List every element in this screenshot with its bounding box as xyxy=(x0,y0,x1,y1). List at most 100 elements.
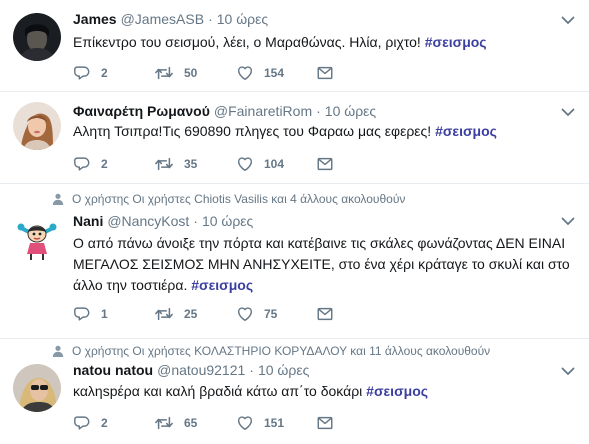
tweet-nani[interactable]: Ο χρήστης Οι χρήστες Chiotis Vasilis και… xyxy=(0,185,589,339)
chevron-down-icon[interactable] xyxy=(561,107,575,117)
social-context: Ο χρήστης Οι χρήστες Chiotis Vasilis και… xyxy=(52,192,405,206)
retweet-count: 35 xyxy=(184,157,198,171)
reply-icon xyxy=(73,414,91,432)
heart-icon xyxy=(236,155,254,173)
direct-message-button[interactable] xyxy=(316,305,334,323)
avatar[interactable] xyxy=(13,364,61,412)
heart-icon xyxy=(236,64,254,82)
retweet-icon xyxy=(154,155,174,173)
tweet-text: Επίκεντρο του σεισμού, λέει, ο Μαραθώνας… xyxy=(73,32,573,53)
display-name[interactable]: Φαιναρέτη Ρωμανού xyxy=(73,103,210,119)
envelope-icon xyxy=(316,64,334,82)
social-context-text: Ο χρήστης Οι χρήστες ΚΟΛΑΣΤΗΡΙΟ ΚΟΡΥΔΑΛΟ… xyxy=(72,344,491,358)
retweet-count: 25 xyxy=(184,307,198,321)
retweet-icon xyxy=(154,414,174,432)
avatar-image xyxy=(13,13,61,61)
avatar[interactable] xyxy=(13,102,61,150)
user-handle[interactable]: @NancyKost xyxy=(107,213,189,229)
hashtag-link[interactable]: #σεισμος xyxy=(191,277,253,293)
retweet-button[interactable]: 65 xyxy=(154,414,236,432)
display-name[interactable]: James xyxy=(73,11,117,27)
timestamp[interactable]: 10 ώρες xyxy=(258,362,309,378)
chevron-down-icon[interactable] xyxy=(561,216,575,226)
retweet-icon xyxy=(154,64,174,82)
reply-count: 2 xyxy=(101,66,108,80)
reply-count: 2 xyxy=(101,416,108,430)
envelope-icon xyxy=(316,305,334,323)
tweet-header: James @JamesASB · 10 ώρες xyxy=(73,11,268,27)
reply-button[interactable]: 2 xyxy=(73,64,154,82)
chevron-down-icon[interactable] xyxy=(561,15,575,25)
tweet-text: καληspέρα και καλή βραδιά κάτω απ΄το δοκ… xyxy=(73,381,573,402)
tweet-natou[interactable]: Ο χρήστης Οι χρήστες ΚΟΛΑΣΤΗΡΙΟ ΚΟΡΥΔΑΛΟ… xyxy=(0,339,589,444)
retweet-button[interactable]: 25 xyxy=(154,305,236,323)
retweet-icon xyxy=(154,305,174,323)
retweet-button[interactable]: 35 xyxy=(154,155,236,173)
display-name[interactable]: natou natou xyxy=(73,362,153,378)
tweet-text: Αλητη Τσιπρα!Τις 690890 πληγες του Φαραω… xyxy=(73,121,573,142)
separator-dot: · xyxy=(208,11,213,27)
avatar-image xyxy=(13,102,61,150)
separator-dot: · xyxy=(249,362,254,378)
tweet-actions: 2 35 104 xyxy=(73,155,334,173)
heart-icon xyxy=(236,305,254,323)
tweet-body: Αλητη Τσιπρα!Τις 690890 πληγες του Φαραω… xyxy=(73,123,436,139)
tweet-header: natou natou @natou92121 · 10 ώρες xyxy=(73,362,309,378)
direct-message-button[interactable] xyxy=(316,414,334,432)
person-icon xyxy=(52,345,64,357)
tweet-actions: 2 50 154 xyxy=(73,64,334,82)
tweet-actions: 1 25 75 xyxy=(73,305,334,323)
tweet-james[interactable]: James @JamesASB · 10 ώρες Επίκεντρο του … xyxy=(0,0,589,92)
like-count: 151 xyxy=(264,416,285,430)
separator-dot: · xyxy=(316,103,321,119)
timestamp[interactable]: 10 ώρες xyxy=(202,213,253,229)
retweet-button[interactable]: 50 xyxy=(154,64,236,82)
hashtag-link[interactable]: #σεισμος xyxy=(425,34,487,50)
avatar-image xyxy=(13,364,61,412)
reply-icon xyxy=(73,64,91,82)
avatar[interactable] xyxy=(13,13,61,61)
display-name[interactable]: Nani xyxy=(73,213,103,229)
avatar[interactable] xyxy=(13,214,61,262)
reply-button[interactable]: 2 xyxy=(73,155,154,173)
social-context-text: Ο χρήστης Οι χρήστες Chiotis Vasilis και… xyxy=(72,192,406,206)
like-count: 154 xyxy=(264,66,285,80)
reply-button[interactable]: 2 xyxy=(73,414,154,432)
timestamp[interactable]: 10 ώρες xyxy=(217,11,268,27)
tweet-body: καληspέρα και καλή βραδιά κάτω απ΄το δοκ… xyxy=(73,383,367,399)
tweet-body: Ο από πάνω άνοιξε την πόρτα και κατέβαιν… xyxy=(73,235,570,293)
timestamp[interactable]: 10 ώρες xyxy=(325,103,376,119)
reply-count: 2 xyxy=(101,157,108,171)
avatar-image xyxy=(13,214,61,262)
direct-message-button[interactable] xyxy=(316,64,334,82)
like-button[interactable]: 154 xyxy=(236,64,316,82)
social-context: Ο χρήστης Οι χρήστες ΚΟΛΑΣΤΗΡΙΟ ΚΟΡΥΔΑΛΟ… xyxy=(52,344,490,358)
tweet-actions: 2 65 151 xyxy=(73,414,334,432)
reply-count: 1 xyxy=(101,307,108,321)
user-handle[interactable]: @FainaretiRom xyxy=(214,103,312,119)
retweet-count: 65 xyxy=(184,416,198,430)
like-count: 75 xyxy=(264,307,278,321)
tweet-fainareti[interactable]: Φαιναρέτη Ρωμανού @FainaretiRom · 10 ώρε… xyxy=(0,92,589,184)
like-button[interactable]: 151 xyxy=(236,414,316,432)
like-button[interactable]: 75 xyxy=(236,305,316,323)
reply-icon xyxy=(73,305,91,323)
like-button[interactable]: 104 xyxy=(236,155,316,173)
envelope-icon xyxy=(316,414,334,432)
direct-message-button[interactable] xyxy=(316,155,334,173)
chevron-down-icon[interactable] xyxy=(561,366,575,376)
envelope-icon xyxy=(316,155,334,173)
reply-button[interactable]: 1 xyxy=(73,305,154,323)
tweet-header: Φαιναρέτη Ρωμανού @FainaretiRom · 10 ώρε… xyxy=(73,103,376,119)
tweet-body: Επίκεντρο του σεισμού, λέει, ο Μαραθώνας… xyxy=(73,34,425,50)
user-handle[interactable]: @JamesASB xyxy=(121,11,204,27)
reply-icon xyxy=(73,155,91,173)
hashtag-link[interactable]: #σεισμος xyxy=(435,123,497,139)
tweet-text: Ο από πάνω άνοιξε την πόρτα και κατέβαιν… xyxy=(73,233,579,296)
like-count: 104 xyxy=(264,157,285,171)
heart-icon xyxy=(236,414,254,432)
tweet-header: Nani @NancyKost · 10 ώρες xyxy=(73,213,253,229)
hashtag-link[interactable]: #σεισμος xyxy=(366,383,428,399)
retweet-count: 50 xyxy=(184,66,198,80)
user-handle[interactable]: @natou92121 xyxy=(157,362,245,378)
